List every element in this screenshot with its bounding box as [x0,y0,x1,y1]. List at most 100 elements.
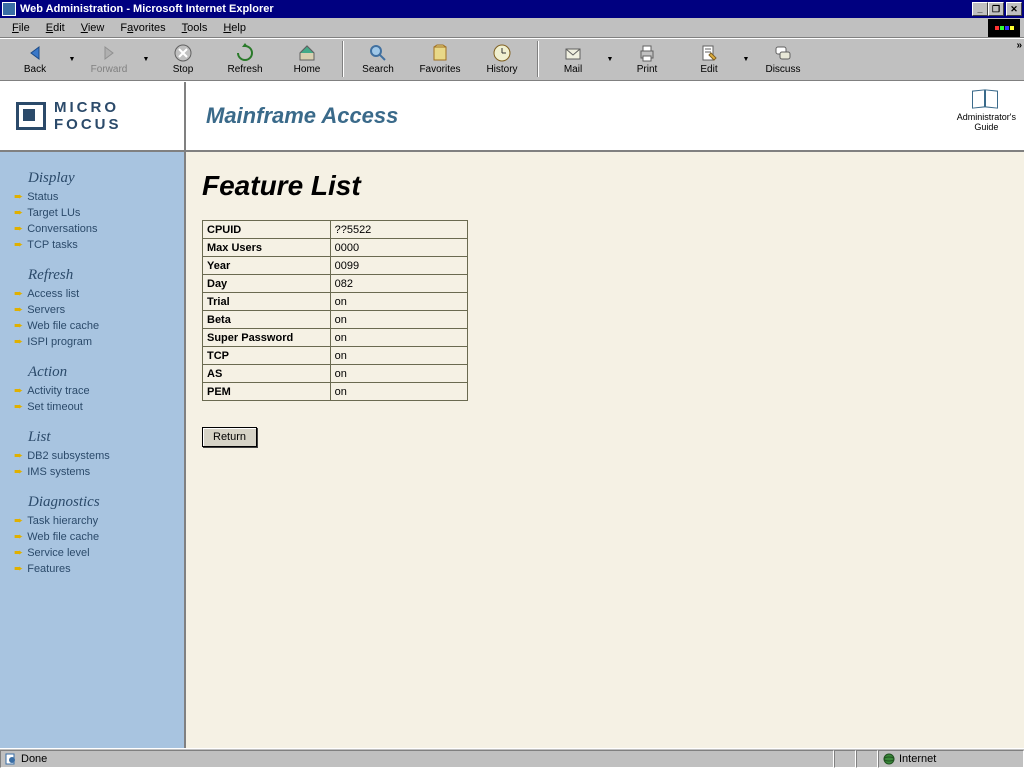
dropdown-arrow-icon[interactable]: ▼ [66,40,78,78]
nav-link-label: Set timeout [27,399,83,415]
table-row: TCPon [203,347,468,365]
internet-zone-icon [883,753,895,765]
toolbar-overflow-icon[interactable]: » [1016,40,1022,51]
row-value: on [330,383,467,401]
nav-link-label: Web file cache [27,318,99,334]
stop-icon [173,43,193,63]
return-button[interactable]: Return [202,427,257,447]
back-button[interactable]: Back [4,40,66,78]
nav-link-label: Servers [27,302,65,318]
row-value: ??5522 [330,221,467,239]
row-label: Day [203,275,331,293]
nav-link-features[interactable]: ➨Features [14,561,174,577]
row-value: 0099 [330,257,467,275]
nav-link-db2-subsystems[interactable]: ➨DB2 subsystems [14,448,174,464]
dropdown-arrow-icon[interactable]: ▼ [740,40,752,78]
row-label: Trial [203,293,331,311]
nav-link-status[interactable]: ➨Status [14,189,174,205]
nav-link-ims-systems[interactable]: ➨IMS systems [14,464,174,480]
nav-link-set-timeout[interactable]: ➨Set timeout [14,399,174,415]
row-value: 082 [330,275,467,293]
toolbar-separator [537,41,538,77]
status-bar: Done Internet [0,748,1024,768]
nav-link-task-hierarchy[interactable]: ➨Task hierarchy [14,513,174,529]
row-value: on [330,365,467,383]
print-button[interactable]: Print [616,40,678,78]
nav-link-target-lus[interactable]: ➨Target LUs [14,205,174,221]
logo-mark-icon [16,102,46,130]
menu-tools[interactable]: Tools [174,20,216,36]
left-panel: MICRO FOCUS Display➨Status➨Target LUs➨Co… [0,82,186,748]
favorites-button[interactable]: Favorites [409,40,471,78]
right-panel: Mainframe Access Administrator's Guide F… [186,82,1024,748]
table-row: Super Passwordon [203,329,468,347]
nav-link-access-list[interactable]: ➨Access list [14,286,174,302]
nav-heading-refresh: Refresh [14,267,174,284]
home-icon [297,43,317,63]
table-row: Year0099 [203,257,468,275]
row-label: AS [203,365,331,383]
edit-button[interactable]: Edit [678,40,740,78]
nav-link-label: Target LUs [27,205,80,221]
main-area: Feature List CPUID??5522Max Users0000Yea… [186,152,1024,748]
page-title: Feature List [202,170,1008,202]
menu-favorites[interactable]: Favorites [112,20,173,36]
row-label: Super Password [203,329,331,347]
maximize-button[interactable]: ❐ [988,2,1004,16]
table-row: ASon [203,365,468,383]
nav-link-tcp-tasks[interactable]: ➨TCP tasks [14,237,174,253]
table-row: Betaon [203,311,468,329]
logo-box: MICRO FOCUS [0,82,184,152]
nav-link-label: DB2 subsystems [27,448,110,464]
dropdown-arrow-icon[interactable]: ▼ [604,40,616,78]
nav-link-ispi-program[interactable]: ➨ISPI program [14,334,174,350]
ie-page-icon [5,753,17,765]
arrow-icon: ➨ [14,286,23,302]
sidebar: Display➨Status➨Target LUs➨Conversations➨… [0,152,184,748]
arrow-icon: ➨ [14,237,23,253]
menu-view[interactable]: View [73,20,113,36]
arrow-icon: ➨ [14,221,23,237]
discuss-button[interactable]: Discuss [752,40,814,78]
header-title: Mainframe Access [206,103,398,129]
nav-link-conversations[interactable]: ➨Conversations [14,221,174,237]
row-label: Beta [203,311,331,329]
nav-link-web-file-cache[interactable]: ➨Web file cache [14,318,174,334]
table-row: CPUID??5522 [203,221,468,239]
nav-link-service-level[interactable]: ➨Service level [14,545,174,561]
status-zone-pane: Internet [878,750,1024,768]
mail-button[interactable]: Mail [542,40,604,78]
back-icon [25,43,45,63]
search-button[interactable]: Search [347,40,409,78]
nav-heading-display: Display [14,170,174,187]
status-text-pane: Done [0,750,834,768]
window-title: Web Administration - Microsoft Internet … [20,3,972,15]
dropdown-arrow-icon[interactable]: ▼ [140,40,152,78]
close-button[interactable]: ✕ [1006,2,1022,16]
nav-link-label: Access list [27,286,79,302]
refresh-button[interactable]: Refresh [214,40,276,78]
nav-link-label: TCP tasks [27,237,78,253]
discuss-icon [773,43,793,63]
row-label: CPUID [203,221,331,239]
nav-link-label: Status [27,189,58,205]
stop-button[interactable]: Stop [152,40,214,78]
admin-guide-link[interactable]: Administrator's Guide [957,90,1016,132]
history-button[interactable]: History [471,40,533,78]
nav-link-servers[interactable]: ➨Servers [14,302,174,318]
nav-link-web-file-cache[interactable]: ➨Web file cache [14,529,174,545]
nav-link-label: ISPI program [27,334,92,350]
table-row: Max Users0000 [203,239,468,257]
favorites-icon [430,43,450,63]
menu-help[interactable]: Help [215,20,254,36]
menu-edit[interactable]: Edit [38,20,73,36]
arrow-icon: ➨ [14,448,23,464]
nav-link-activity-trace[interactable]: ➨Activity trace [14,383,174,399]
row-value: on [330,293,467,311]
home-button[interactable]: Home [276,40,338,78]
row-label: TCP [203,347,331,365]
menu-file[interactable]: File [4,20,38,36]
minimize-button[interactable]: _ [972,2,988,16]
row-label: Year [203,257,331,275]
arrow-icon: ➨ [14,205,23,221]
